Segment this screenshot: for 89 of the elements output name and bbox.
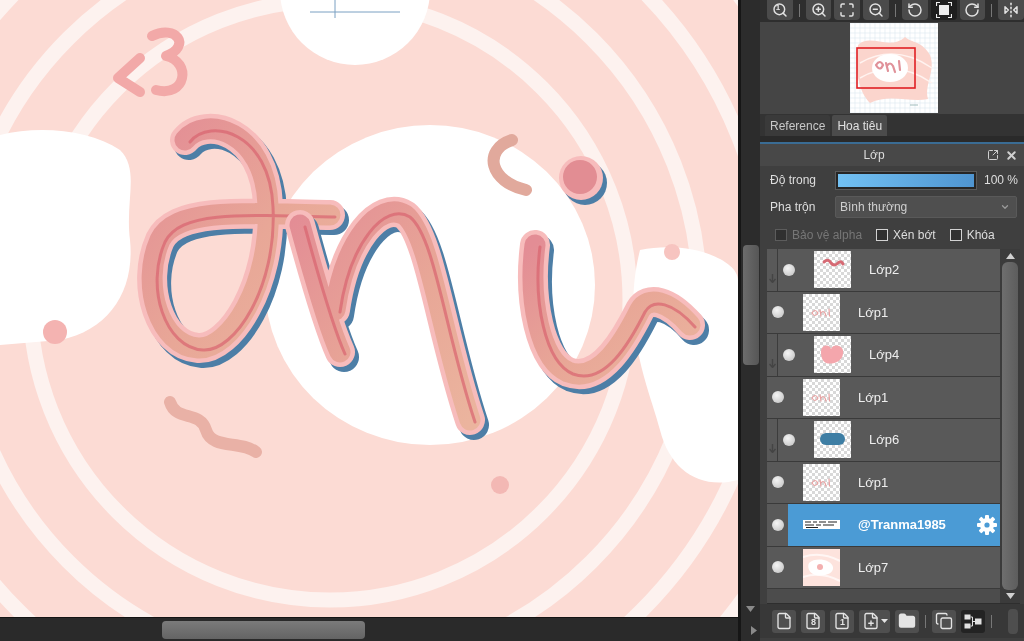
document-icon	[804, 612, 822, 630]
flip-button[interactable]	[998, 0, 1024, 20]
visibility-toggle[interactable]	[771, 561, 784, 574]
zoom-out-button[interactable]	[863, 0, 890, 20]
arrange-icon	[964, 613, 982, 629]
down-arrow-icon[interactable]	[746, 606, 755, 612]
layer-row[interactable]: Lớp1	[767, 376, 1000, 419]
layer-name: Lớp1	[858, 474, 889, 490]
frame-icon	[935, 2, 952, 18]
scrollbar-thumb[interactable]	[1002, 262, 1018, 590]
clipping-arrow-icon	[768, 358, 776, 368]
scroll-up-icon[interactable]	[1005, 253, 1015, 259]
document-icon	[775, 612, 793, 630]
field-label: Pha trộn	[770, 199, 817, 214]
actual-size-button[interactable]: 1	[767, 0, 793, 20]
layer-thumbnail-drawing	[803, 548, 840, 586]
viewport-frame[interactable]	[856, 47, 916, 89]
layer-thumbnail-drawing	[814, 421, 851, 459]
layer-name: Lớp2	[869, 262, 900, 278]
right-arrow-icon[interactable]	[750, 626, 757, 635]
layer-row[interactable]: Lớp7	[767, 546, 1000, 589]
expand-icon	[839, 2, 856, 18]
layer-name: Lớp1	[858, 304, 889, 320]
layer-thumbnail-drawing	[803, 520, 840, 530]
flip-icon	[1003, 2, 1020, 18]
layer-row[interactable]: Lớp1	[767, 291, 1000, 334]
zoom-in-button[interactable]	[805, 0, 832, 20]
visibility-toggle[interactable]	[771, 306, 784, 319]
zoom-out-icon	[868, 2, 885, 18]
navigator-preview-drawing[interactable]	[850, 23, 938, 113]
layer-name: Lớp1	[858, 389, 889, 405]
opacity-value: 100 %	[984, 173, 1019, 187]
arrange-layers-button[interactable]	[961, 609, 985, 633]
visibility-toggle[interactable]	[782, 433, 795, 446]
layer-row[interactable]: Lớp1	[767, 461, 1000, 504]
layer-thumbnail-drawing	[803, 378, 840, 416]
magnifier-icon	[771, 2, 788, 18]
visibility-toggle[interactable]	[782, 263, 795, 276]
rotate-right-icon	[964, 2, 981, 18]
visibility-toggle[interactable]	[771, 476, 784, 489]
document-icon	[833, 612, 851, 630]
document-plus-icon	[861, 612, 880, 630]
scrollbar-thumb[interactable]	[742, 245, 759, 365]
rotate-left-button[interactable]	[901, 0, 928, 20]
add-layer-menu-button[interactable]	[859, 609, 890, 633]
copy-icon	[935, 612, 953, 630]
layer-name: Lớp7	[858, 559, 889, 575]
panel-title: Lớp	[862, 148, 886, 162]
pop-out-icon[interactable]	[987, 149, 999, 161]
visibility-toggle[interactable]	[771, 518, 784, 531]
layer-name: @Tranma1985	[858, 517, 946, 533]
fit-button[interactable]	[834, 0, 861, 20]
panel-tab[interactable]: Hoa tiêu	[832, 115, 888, 136]
clipping-arrow-icon	[768, 273, 776, 283]
vertical-scrollbar[interactable]	[738, 0, 760, 641]
checkbox-label: Xén bớt	[893, 227, 936, 242]
scroll-down-icon[interactable]	[1005, 593, 1015, 599]
field-label: Độ trong	[770, 173, 818, 187]
duplicate-layer-button[interactable]	[932, 609, 956, 633]
scrollbar-thumb[interactable]	[162, 620, 365, 639]
panel-tab[interactable]: Reference	[765, 115, 831, 136]
folder-icon	[898, 612, 916, 630]
new-8bit-layer-button[interactable]: 8	[801, 609, 825, 633]
blend-mode-select[interactable]: Bình thường	[835, 195, 1017, 218]
fit-window-button[interactable]	[930, 0, 957, 20]
caret-icon	[880, 619, 888, 623]
close-icon[interactable]	[1005, 148, 1018, 162]
layer-row[interactable]: Lớp4	[767, 334, 1000, 377]
layer-row[interactable]: Lớp2	[767, 249, 1000, 292]
visibility-toggle[interactable]	[782, 348, 795, 361]
layer-scrollbar[interactable]	[1000, 249, 1020, 603]
rotate-left-icon	[906, 2, 923, 18]
checkbox-label: Khóa	[966, 227, 995, 242]
layer-thumbnail-drawing	[803, 463, 840, 501]
layer-row[interactable]: Lớp6	[767, 419, 1000, 462]
settings-icon[interactable]	[977, 514, 997, 535]
layer-thumbnail-drawing	[814, 251, 851, 289]
new-folder-button[interactable]	[895, 609, 919, 633]
clipping-arrow-icon	[768, 443, 776, 453]
horizontal-scrollbar[interactable]	[0, 617, 738, 641]
new-1bit-layer-button[interactable]: 1	[830, 609, 854, 633]
new-layer-button[interactable]	[772, 609, 796, 633]
layer-name: Lớp4	[869, 347, 900, 363]
rotate-right-button[interactable]	[959, 0, 986, 20]
layer-thumbnail-drawing	[814, 336, 851, 374]
visibility-toggle[interactable]	[771, 391, 784, 404]
zoom-in-icon	[810, 2, 827, 18]
layer-thumbnail-drawing	[803, 293, 840, 331]
layer-name: Lớp6	[869, 432, 900, 448]
